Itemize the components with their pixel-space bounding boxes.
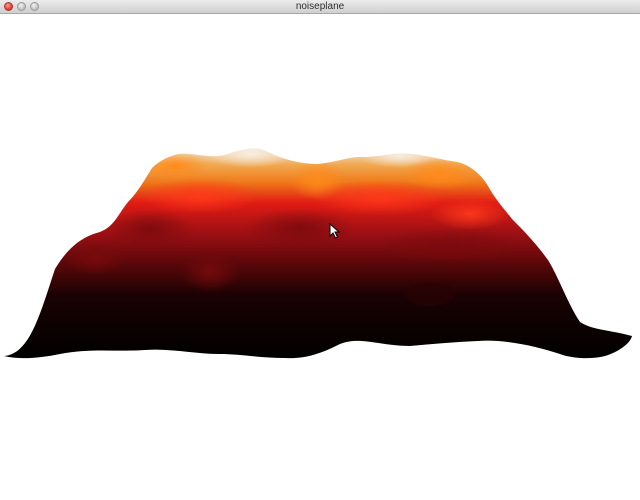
arrow-cursor-icon <box>329 223 341 239</box>
title-bar[interactable]: noiseplane <box>0 0 640 14</box>
noise-plane-render <box>4 148 632 359</box>
window-title: noiseplane <box>295 1 345 12</box>
app-window: noiseplane <box>0 0 640 495</box>
render-canvas[interactable] <box>0 14 640 495</box>
